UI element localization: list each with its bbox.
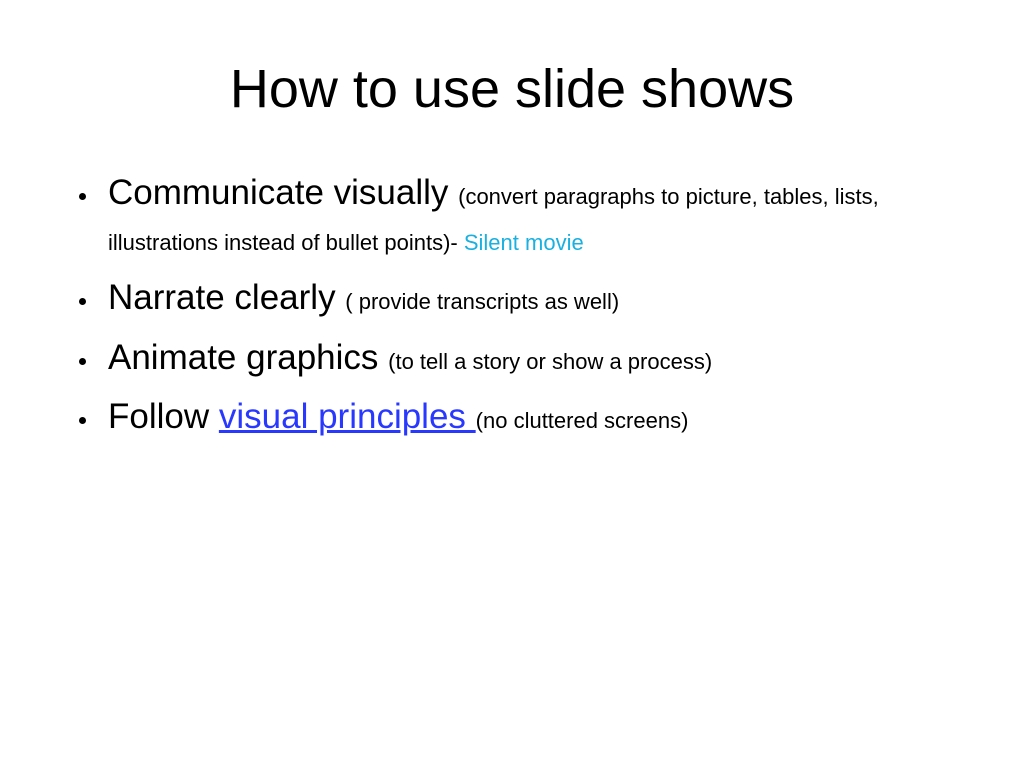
bullet-detail-text: ( provide transcripts as well) [345, 289, 619, 314]
bullet-detail-text: (to tell a story or show a process) [388, 349, 712, 374]
bullet-main-text: Follow [108, 397, 219, 436]
bullet-main-text: Communicate visually [108, 173, 458, 212]
slide-container: How to use slide shows Communicate visua… [0, 0, 1024, 768]
list-item: Narrate clearly ( provide transcripts as… [100, 275, 974, 321]
slide-title: How to use slide shows [0, 0, 1024, 170]
list-item: Follow visual principles (no cluttered s… [100, 394, 974, 440]
bullet-list: Communicate visually (convert paragraphs… [60, 170, 974, 440]
bullet-accent-text: Silent movie [464, 230, 584, 255]
slide-content: Communicate visually (convert paragraphs… [0, 170, 1024, 440]
visual-principles-link[interactable]: visual principles [219, 397, 476, 436]
list-item: Animate graphics (to tell a story or sho… [100, 335, 974, 381]
bullet-main-text: Narrate clearly [108, 278, 345, 317]
bullet-main-text: Animate graphics [108, 338, 388, 377]
list-item: Communicate visually (convert paragraphs… [100, 170, 974, 261]
bullet-detail-text: (no cluttered screens) [476, 408, 689, 433]
